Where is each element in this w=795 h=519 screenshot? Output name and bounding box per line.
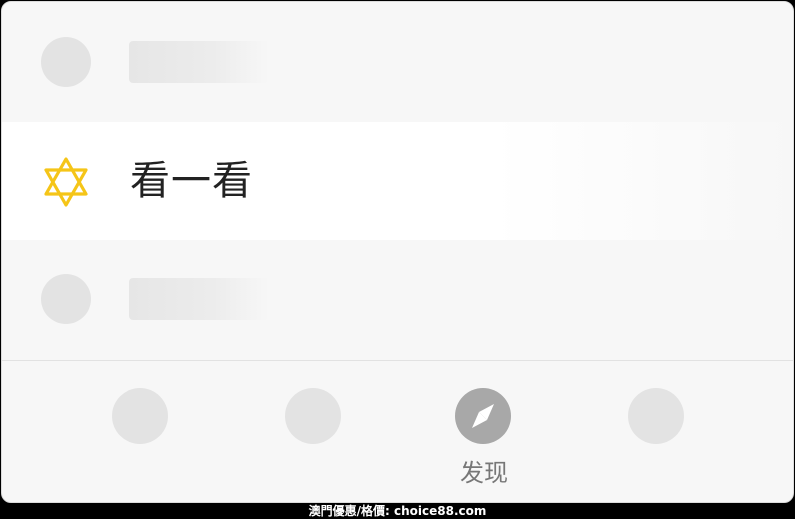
- placeholder-label: [129, 278, 269, 320]
- tab-discover[interactable]: 发现: [444, 387, 524, 497]
- tab-placeholder-2[interactable]: [285, 388, 341, 444]
- placeholder-label: [129, 41, 269, 83]
- bottom-tab-bar: 发现: [2, 361, 793, 502]
- tab-label: 发现: [460, 459, 508, 487]
- placeholder-row-bottom: [2, 240, 793, 360]
- placeholder-row-top: [2, 2, 793, 122]
- placeholder-icon: [41, 274, 91, 324]
- tab-placeholder-1[interactable]: [112, 388, 168, 444]
- menu-item-kanyikan[interactable]: 看一看: [2, 122, 793, 240]
- placeholder-icon: [41, 37, 91, 87]
- tab-placeholder-4[interactable]: [628, 388, 684, 444]
- menu-card: 看一看 发现: [1, 1, 794, 503]
- menu-item-label: 看一看: [130, 158, 253, 204]
- watermark-text: 澳門優惠/格價: choice88.com: [308, 504, 487, 518]
- compass-icon: [455, 388, 511, 444]
- six-point-star-icon: [44, 157, 88, 207]
